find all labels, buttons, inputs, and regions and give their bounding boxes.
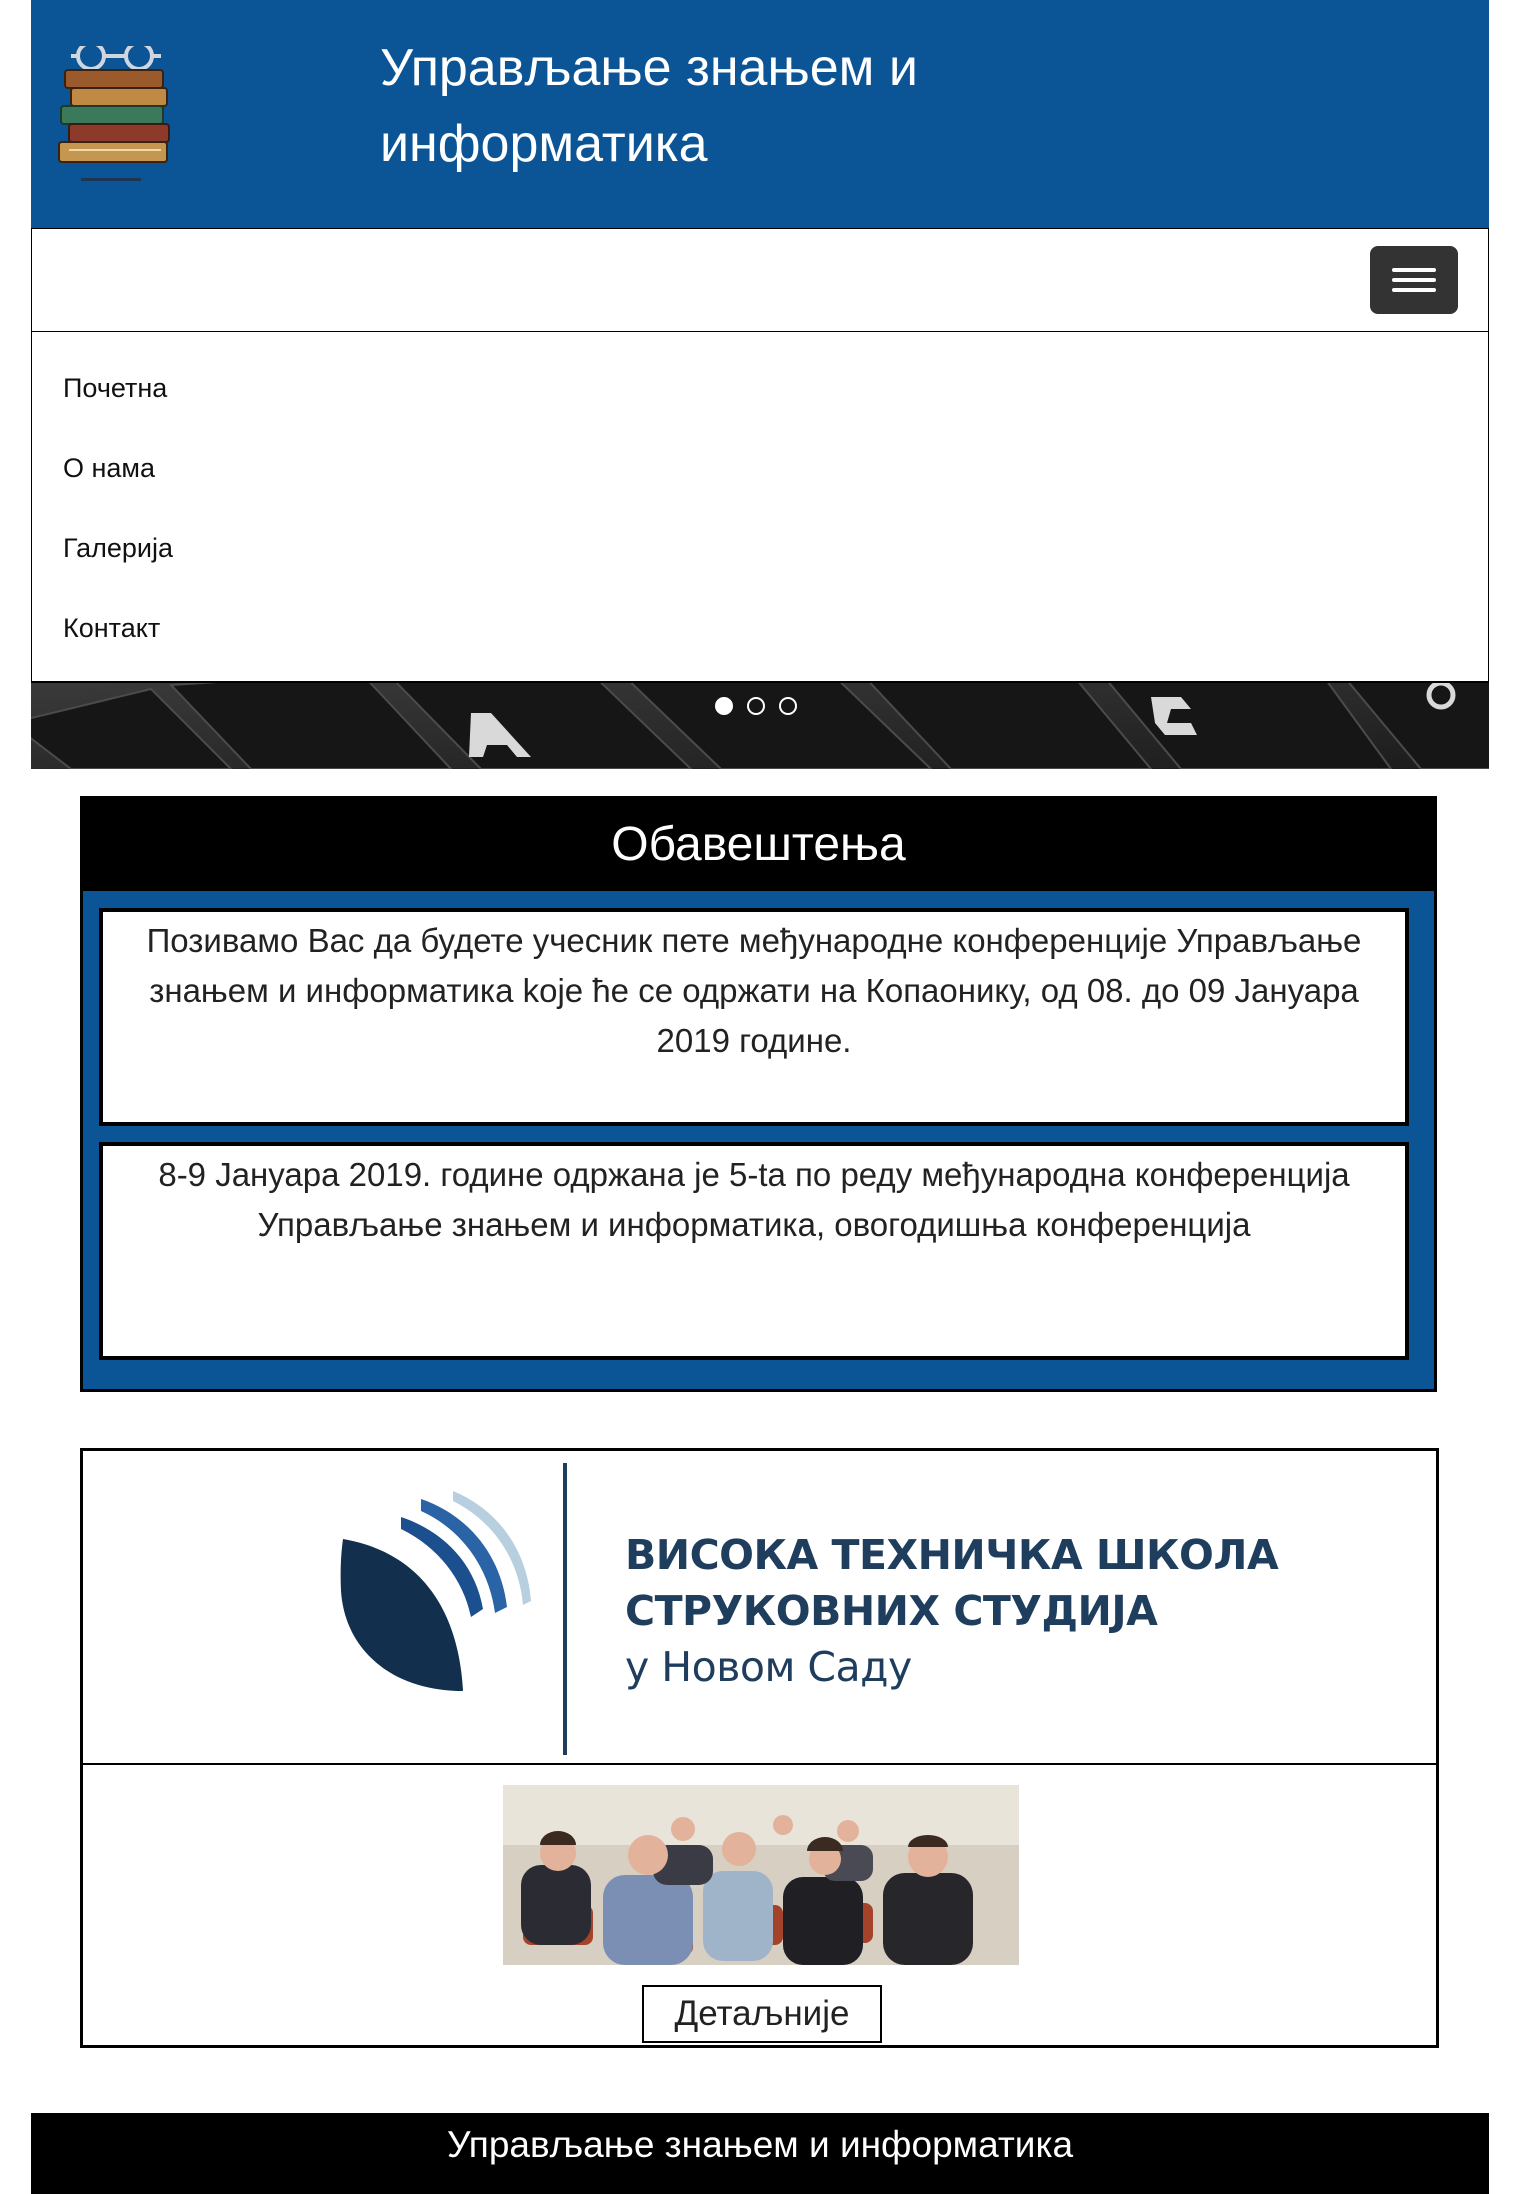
menu-item-about[interactable]: О нама <box>63 438 155 498</box>
site-header: Управљање знањем и информатика <box>31 0 1489 228</box>
notices-heading: Обавештења <box>83 799 1434 891</box>
nav-menu: Почетна О нама Галерија Контакт <box>31 332 1489 683</box>
navbar <box>31 228 1489 333</box>
carousel-dot[interactable] <box>715 697 733 715</box>
details-button[interactable]: Детаљније <box>642 1985 882 2043</box>
notices-panel: Обавештења Позивамо Вас да будете учесни… <box>80 796 1437 1392</box>
hamburger-bar <box>1392 268 1436 272</box>
school-logo[interactable]: ВИСОКА ТЕХНИЧКА ШКОЛА СТРУКОВНИХ СТУДИЈА… <box>83 1451 1436 1765</box>
menu-item-contact[interactable]: Контакт <box>63 598 160 658</box>
carousel-dot[interactable] <box>747 697 765 715</box>
book-stack-with-glasses-icon[interactable] <box>51 41 191 194</box>
school-name-line: ВИСОКА ТЕХНИЧКА ШКОЛА <box>625 1531 1279 1579</box>
keyboard-keys-photo <box>31 683 1489 769</box>
site-footer: Управљање знањем и информатика <box>31 2113 1489 2194</box>
partner-card: ВИСОКА ТЕХНИЧКА ШКОЛА СТРУКОВНИХ СТУДИЈА… <box>80 1448 1439 2048</box>
carousel[interactable] <box>31 683 1489 769</box>
menu-item-home[interactable]: Почетна <box>63 358 167 418</box>
school-name-line: у Новом Саду <box>625 1643 912 1691</box>
hamburger-bar <box>1392 278 1436 282</box>
page: Управљање знањем и информатика Почетна О… <box>0 0 1520 2194</box>
notice-item: 8-9 Јануара 2019. године одржана је 5-ta… <box>99 1142 1409 1360</box>
hamburger-menu-icon[interactable] <box>1370 246 1458 314</box>
conference-audience-photo[interactable] <box>503 1785 1019 1965</box>
menu-item-gallery[interactable]: Галерија <box>63 518 173 578</box>
notice-item: Позивамо Вас да будете учесник пете међу… <box>99 908 1409 1126</box>
hamburger-bar <box>1392 288 1436 292</box>
carousel-dot[interactable] <box>779 697 797 715</box>
site-title: Управљање знањем и информатика <box>380 39 918 173</box>
school-name-line: СТРУКОВНИХ СТУДИЈА <box>625 1587 1158 1635</box>
